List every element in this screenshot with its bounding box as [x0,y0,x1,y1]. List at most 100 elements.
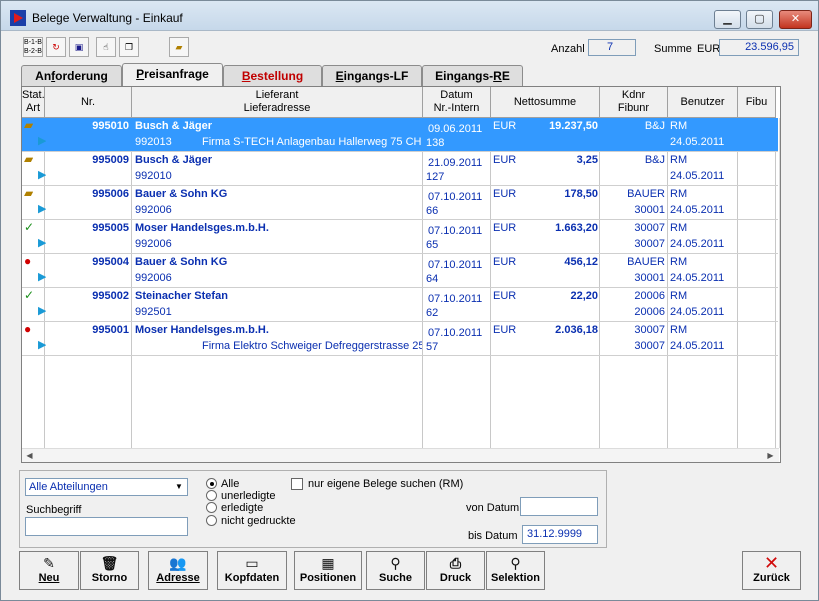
neu-button[interactable]: ✎ Neu [19,551,79,590]
row-user: RM [670,188,688,200]
vertical-scrollbar[interactable]: ▲ ▼ [779,118,781,448]
row-user: RM [670,222,688,234]
header-kdnr[interactable]: Kdnr Fibunr [600,87,668,118]
zurueck-button[interactable]: ✕ Zurück [742,551,801,590]
radio-erledigte[interactable] [206,502,217,513]
row-lieferant: Bauer & Sohn KG [135,256,228,268]
play-arrow-icon: ▶ [38,237,47,249]
row-kd1: B&J [644,120,665,132]
row-kd1: 30007 [634,324,665,336]
abteilung-select[interactable]: Alle Abteilungen ▼ [25,478,188,496]
row-nr: 995009 [92,154,129,166]
row-kd2: 30001 [634,204,665,216]
selektion-button[interactable]: ⚲ Selektion [486,551,545,590]
header-nr[interactable]: Nr. [45,87,132,118]
own-only-label: nur eigene Belege suchen (RM) [308,478,464,490]
row-kdnr: 992006 [135,204,172,216]
scroll-down-icon[interactable]: ▼ [780,432,781,446]
row-netto: 22,20 [570,290,598,302]
open-folder-icon[interactable]: ▰ [169,37,189,57]
binoculars-icon: ⚲ [390,555,401,571]
row-user-date: 24.05.2011 [670,136,725,148]
header-lieferant[interactable]: Lieferant Lieferadresse [132,87,423,118]
row-user-date: 24.05.2011 [670,340,725,352]
row-kd1: 30007 [634,222,665,234]
table-row[interactable]: ▰ ▶ 995009 Busch & Jäger 992010 21.09.2011 127… [22,152,778,186]
table-row[interactable]: ✓ ▶ 995005 Moser Handelsges.m.b.H. 992006 07.… [22,220,778,254]
refresh-icon[interactable]: ↻ [46,37,66,57]
row-lieferant: Moser Handelsges.m.b.H. [135,324,269,336]
table-row[interactable]: ● ▶ 995004 Bauer & Sohn KG 992006 07.10.2011 6… [22,254,778,288]
row-user-date: 24.05.2011 [670,204,725,216]
app-logo-icon [10,10,26,26]
close-window-button[interactable]: ✕ [779,10,812,29]
scroll-up-icon[interactable]: ▲ [780,118,781,132]
anzahl-value: 7 [588,39,636,56]
hand-icon[interactable]: ☝ [96,37,116,57]
row-kdnr: 992010 [135,170,172,182]
positionen-button[interactable]: ▦ Positionen [294,551,362,590]
numbering-icon[interactable]: B-1-B B-2-B [23,37,43,57]
row-datum: 09.06.2011 [428,123,483,135]
tab-eingangs-re[interactable]: Eingangs-RE [422,65,523,86]
bis-datum-input[interactable]: 31.12.9999 [522,525,598,544]
row-kd2: 30007 [634,340,665,352]
radio-unerledigte[interactable] [206,490,217,501]
horizontal-scrollbar[interactable]: ◀ ▶ [22,448,779,462]
anzahl-label: Anzahl [551,43,585,55]
table-row[interactable]: ● ▶ 995001 Moser Handelsges.m.b.H. Firma Ele… [22,322,778,356]
suchbegriff-input[interactable] [25,517,188,536]
suche-button[interactable]: ⚲ Suche [366,551,425,590]
play-arrow-icon: ▶ [38,169,47,181]
tab-preisanfrage[interactable]: Preisanfrage [122,63,223,87]
storno-button[interactable]: 🗑 Storno [80,551,139,590]
radio-alle[interactable] [206,478,217,489]
trash-icon: 🗑 [100,555,119,571]
header-nettosumme[interactable]: Nettosumme [491,87,600,118]
kopfdaten-button[interactable]: ▭ Kopfdaten [217,551,287,590]
maximize-button[interactable]: ▢ [746,10,773,29]
chevron-down-icon: ▼ [175,482,183,491]
play-arrow-icon: ▶ [38,135,47,147]
row-waehrung: EUR [493,256,517,268]
tab-bestellung[interactable]: Bestellung [223,65,322,86]
minimize-button[interactable]: ▁ [714,10,741,29]
header-datum[interactable]: Datum Nr.-Intern [423,87,491,118]
radio-erledigte-label: erledigte [221,502,264,514]
table-row[interactable]: ▰ ▶ 995010 Busch & Jäger 992013 Firma S-TECH … [22,118,778,152]
scroll-right-icon[interactable]: ▶ [763,449,778,462]
row-user: RM [670,256,688,268]
tab-eingangs-lf[interactable]: Eingangs-LF [322,65,422,86]
row-kd1: 20006 [634,290,665,302]
row-kd1: BAUER [627,188,665,200]
adresse-button[interactable]: 👥 Adresse [148,551,208,590]
windows-icon[interactable]: ❐ [119,37,139,57]
row-waehrung: EUR [493,154,517,166]
own-only-checkbox[interactable] [291,478,303,490]
table-row[interactable]: ✓ ▶ 995002 Steinacher Stefan 992501 07.10.201… [22,288,778,322]
header-benutzer[interactable]: Benutzer [668,87,738,118]
play-arrow-icon: ▶ [38,271,47,283]
row-user: RM [670,154,688,166]
save-icon[interactable]: ▣ [69,37,89,57]
scroll-left-icon[interactable]: ◀ [22,449,37,462]
table-row[interactable]: ▰ ▶ 995006 Bauer & Sohn KG 992006 07.10.2011 6… [22,186,778,220]
row-netto: 2.036,18 [555,324,598,336]
row-kdnr: 992006 [135,272,172,284]
summe-label: Summe [654,43,692,55]
row-datum: 07.10.2011 [428,191,483,203]
window-title: Belege Verwaltung - Einkauf [32,11,183,25]
row-intern: 66 [426,205,439,217]
header-stat-art[interactable]: Stat. Art [22,87,45,118]
von-datum-input[interactable] [520,497,598,516]
row-kd1: BAUER [627,256,665,268]
radio-nicht-gedruckte[interactable] [206,515,217,526]
druck-button[interactable]: ⎙ Druck [426,551,485,590]
tab-anforderung[interactable]: Anforderung [21,65,122,86]
row-netto: 178,50 [564,188,598,200]
row-user-date: 24.05.2011 [670,272,725,284]
von-datum-label: von Datum [466,502,520,514]
red-dot-icon: ● [24,254,32,268]
check-icon: ✓ [24,288,35,302]
header-fibu[interactable]: Fibu [738,87,776,118]
